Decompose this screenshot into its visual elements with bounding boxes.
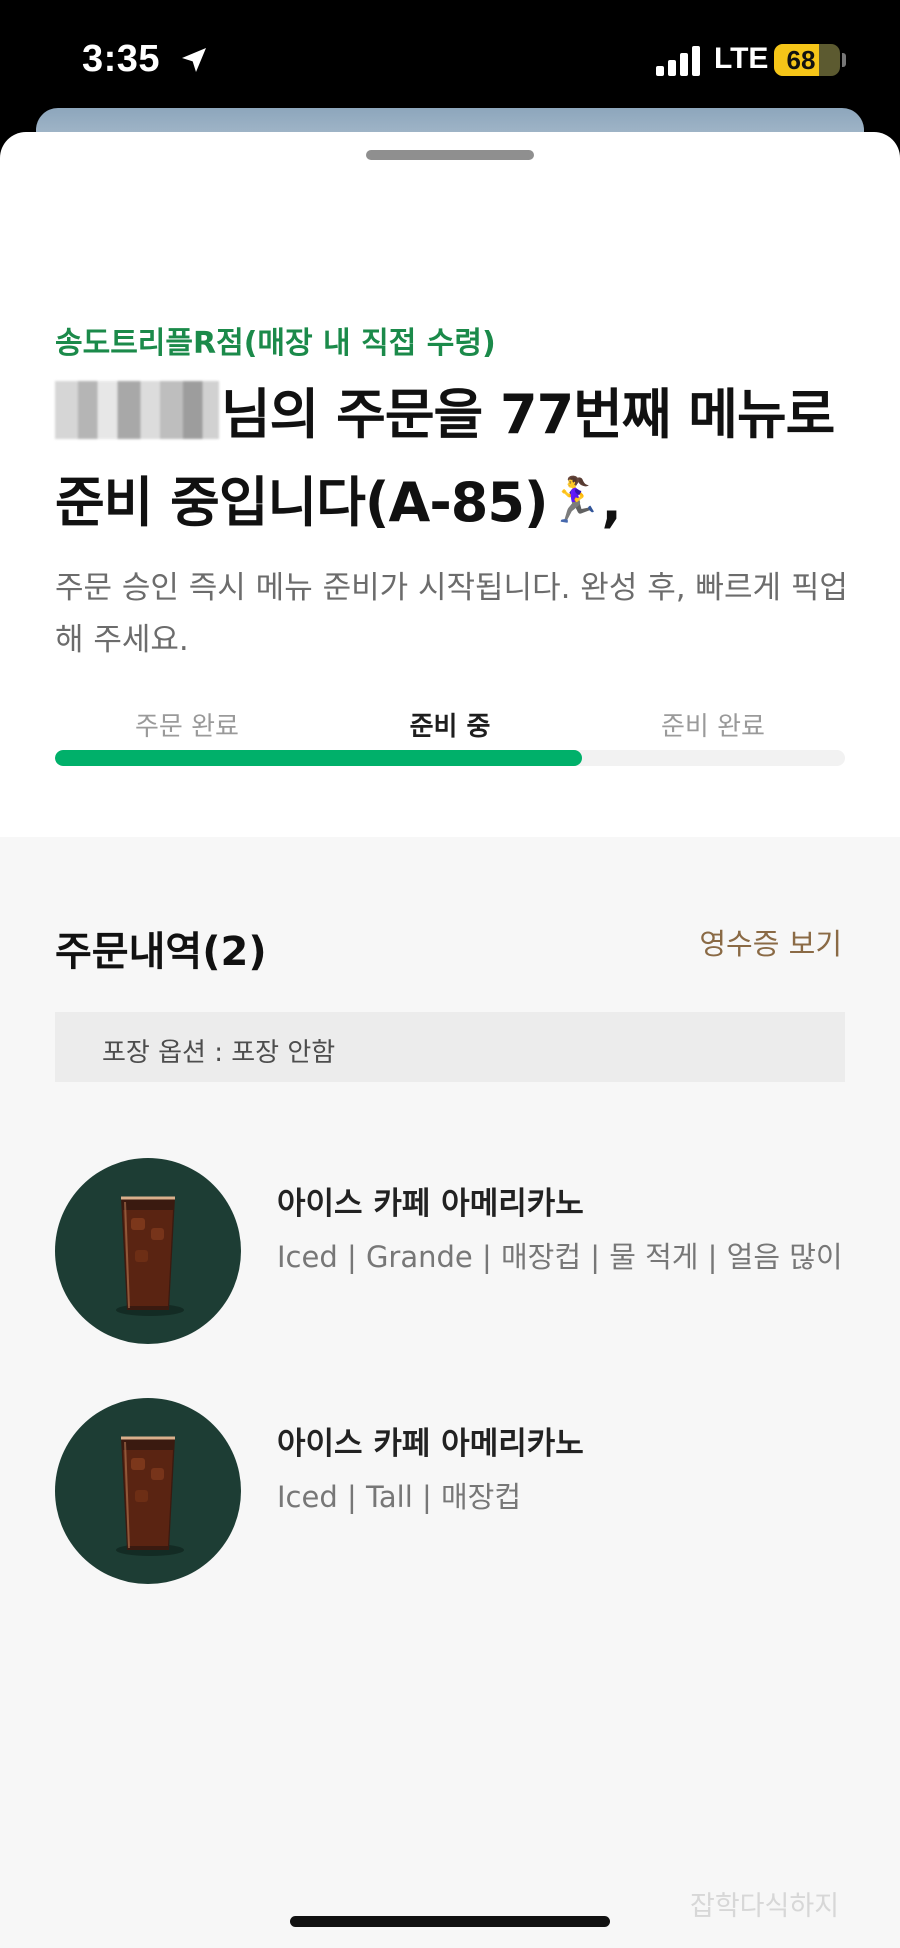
item-options: Iced | Tall | 매장컵 [277, 1480, 522, 1514]
order-description: 주문 승인 즉시 메뉴 준비가 시작됩니다. 완성 후, 빠르게 픽업해 주세요… [55, 570, 848, 658]
item-options: Iced | Grande | 매장컵 | 물 적게 | 얼음 많이 [277, 1240, 843, 1274]
status-bar: 3:35 LTE 68 [0, 0, 900, 118]
home-indicator[interactable] [290, 1916, 610, 1927]
item-name: 아이스 카페 아메리카노 [277, 1426, 584, 1462]
running-woman-icon: 🏃‍♀️ [547, 475, 603, 526]
cellular-signal-icon [656, 46, 700, 76]
progress-bar [55, 750, 845, 766]
watermark: 잡학다식하지 [690, 1891, 840, 1922]
battery-icon: 68 [774, 44, 840, 76]
packaging-option-box: 포장 옵션 : 포장 안함 [55, 1012, 845, 1082]
location-arrow-icon [182, 48, 206, 72]
order-status-sheet: 송도트리플R점(매장 내 직접 수령) 님의 주문을 77번째 메뉴로 준비 중… [0, 132, 900, 1948]
iced-americano-icon [55, 1398, 241, 1584]
item-name: 아이스 카페 아메리카노 [277, 1186, 584, 1222]
progress-steps: 주문 완료 준비 중 준비 완료 [55, 706, 845, 746]
battery-percent: 68 [786, 45, 816, 75]
battery-cap [842, 53, 846, 67]
store-name: 송도트리플R점(매장 내 직접 수령) [55, 326, 496, 361]
progress-bar-fill [55, 750, 582, 766]
view-receipt-link[interactable]: 영수증 보기 [699, 921, 842, 963]
order-item[interactable]: 아이스 카페 아메리카노 Iced | Grande | 매장컵 | 물 적게 … [55, 1158, 845, 1344]
order-headline: 님의 주문을 77번째 메뉴로 준비 중입니다(A-85)🏃‍♀️, [55, 372, 855, 546]
order-details-section: 주문내역(2) 영수증 보기 포장 옵션 : 포장 안함 아이스 카페 아메리카… [0, 837, 900, 1948]
step-order-complete: 주문 완료 [135, 712, 239, 742]
step-ready: 준비 완료 [661, 712, 765, 742]
step-preparing: 준비 중 [409, 712, 491, 742]
blurred-customer-name [55, 381, 219, 439]
order-item[interactable]: 아이스 카페 아메리카노 Iced | Tall | 매장컵 [55, 1398, 845, 1584]
iced-americano-icon [55, 1158, 241, 1344]
order-details-title: 주문내역(2) [55, 929, 267, 975]
status-time: 3:35 [82, 38, 161, 80]
sheet-grabber[interactable] [366, 150, 534, 160]
network-label: LTE [714, 42, 769, 75]
headline-comma: , [601, 471, 621, 534]
packaging-option-text: 포장 옵션 : 포장 안함 [102, 1038, 336, 1068]
